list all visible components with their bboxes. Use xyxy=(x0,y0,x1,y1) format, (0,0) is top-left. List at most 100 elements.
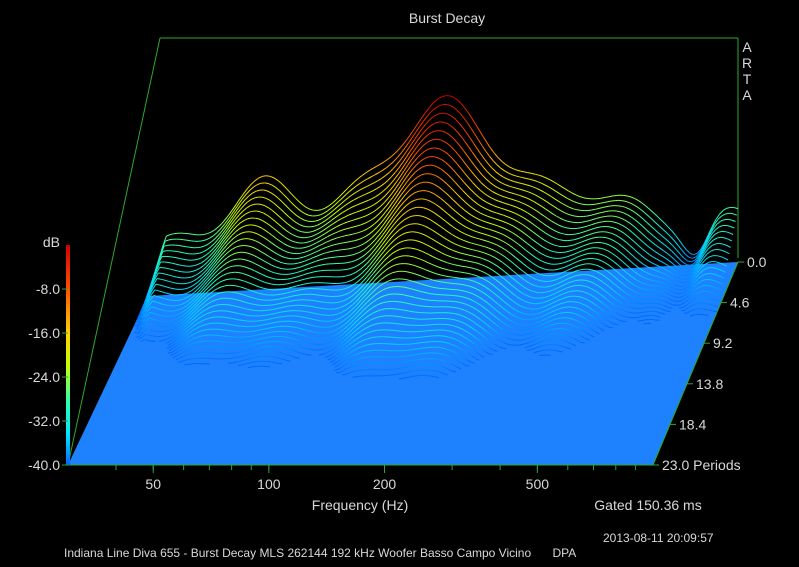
decay-trace-segment xyxy=(322,241,327,245)
decay-trace-segment xyxy=(646,245,652,249)
decay-trace-segment xyxy=(316,214,321,217)
decay-trace-segment xyxy=(255,263,260,267)
decay-trace-segment xyxy=(399,170,405,177)
decay-trace-segment xyxy=(364,240,369,244)
decay-trace-segment xyxy=(432,201,437,205)
decay-trace-segment xyxy=(205,328,210,331)
decay-trace-segment xyxy=(566,301,570,303)
decay-trace-segment xyxy=(366,184,371,187)
decay-trace-segment xyxy=(396,191,401,197)
decay-trace-segment xyxy=(367,176,373,179)
decay-trace-segment xyxy=(640,232,645,237)
decay-trace-segment xyxy=(660,260,665,264)
decay-trace-segment xyxy=(271,264,276,268)
decay-trace-segment xyxy=(484,159,489,165)
decay-trace-segment xyxy=(220,254,226,260)
decay-trace-segment xyxy=(631,232,637,237)
decay-trace-segment xyxy=(210,229,215,233)
decay-trace-segment xyxy=(398,323,403,325)
decay-trace-segment xyxy=(390,258,395,262)
decay-trace-segment xyxy=(469,248,474,251)
decay-trace-segment xyxy=(453,250,458,253)
decay-trace-segment xyxy=(671,250,676,255)
decay-trace-segment xyxy=(558,224,563,228)
decay-trace-segment xyxy=(287,277,292,280)
decay-trace-segment xyxy=(304,250,309,253)
decay-trace-segment xyxy=(546,225,551,229)
decay-trace-segment xyxy=(675,296,680,299)
decay-trace-segment xyxy=(635,235,641,240)
decay-trace-segment xyxy=(284,236,289,240)
decay-trace-segment xyxy=(380,202,385,207)
decay-trace-segment xyxy=(461,198,466,203)
decay-trace-segment xyxy=(596,247,601,249)
decay-trace-segment xyxy=(723,207,728,211)
decay-trace-segment xyxy=(382,219,388,226)
decay-trace-segment xyxy=(504,228,509,231)
decay-trace-segment xyxy=(320,238,325,242)
decay-trace-segment xyxy=(655,306,660,309)
decay-trace-segment xyxy=(412,348,416,351)
decay-trace-segment xyxy=(382,167,387,171)
decay-trace-segment xyxy=(499,213,504,216)
decay-trace-segment xyxy=(435,358,440,360)
decay-trace-segment xyxy=(304,263,309,266)
decay-trace-segment xyxy=(221,268,226,272)
decay-trace-segment xyxy=(582,197,587,199)
decay-trace-segment xyxy=(606,237,611,240)
decay-trace-segment xyxy=(291,193,296,199)
decay-trace-segment xyxy=(338,197,343,202)
decay-trace-segment xyxy=(516,250,522,255)
decay-trace-segment xyxy=(273,251,278,255)
decay-trace-segment xyxy=(403,165,408,172)
decay-trace-segment xyxy=(487,195,492,199)
decay-trace-segment xyxy=(651,262,656,266)
decay-trace-segment xyxy=(352,271,357,275)
decay-trace-segment xyxy=(240,238,245,240)
decay-trace-segment xyxy=(509,244,514,249)
arta-logo-letter: T xyxy=(743,71,752,87)
decay-trace-segment xyxy=(516,227,521,232)
decay-trace-segment xyxy=(409,360,414,362)
decay-trace-segment xyxy=(644,212,649,217)
decay-trace-segment xyxy=(404,190,410,196)
decay-trace-segment xyxy=(359,266,365,270)
decay-trace-segment xyxy=(427,208,432,212)
decay-trace-segment xyxy=(672,245,677,251)
decay-trace-segment xyxy=(321,247,326,250)
decay-trace-segment xyxy=(398,208,404,214)
decay-trace-segment xyxy=(367,271,372,277)
decay-trace-segment xyxy=(419,158,424,163)
decay-trace-segment xyxy=(645,289,650,291)
decay-trace-segment xyxy=(551,349,556,351)
decay-trace-segment xyxy=(343,262,348,264)
decay-trace-segment xyxy=(716,220,722,225)
decay-trace-segment xyxy=(490,197,496,201)
decay-trace-segment xyxy=(666,232,671,237)
decay-trace-segment xyxy=(405,279,410,281)
decay-trace-segment xyxy=(452,199,458,204)
decay-trace-segment xyxy=(183,258,188,261)
decay-trace-segment xyxy=(330,314,335,316)
decay-trace-segment xyxy=(583,258,588,260)
decay-trace-segment xyxy=(286,223,292,227)
decay-trace-segment xyxy=(159,340,163,342)
decay-trace-segment xyxy=(606,205,611,208)
decay-trace-segment xyxy=(444,141,449,145)
decay-trace-segment xyxy=(525,184,530,186)
decay-trace-segment xyxy=(440,226,445,230)
decay-trace-segment xyxy=(475,124,481,132)
decay-trace-segment xyxy=(293,234,298,238)
decay-trace-segment xyxy=(319,313,324,316)
decay-trace-segment xyxy=(424,108,429,115)
decay-trace-segment xyxy=(408,310,412,313)
decay-trace-segment xyxy=(169,256,173,258)
decay-trace-segment xyxy=(442,121,447,124)
decay-trace-segment xyxy=(589,263,594,265)
decay-trace-segment xyxy=(394,256,399,259)
decay-trace-segment xyxy=(431,122,436,126)
decay-trace-segment xyxy=(398,162,404,169)
decay-trace-segment xyxy=(542,175,547,179)
decay-trace-segment xyxy=(290,246,295,249)
decay-trace-segment xyxy=(191,275,196,278)
